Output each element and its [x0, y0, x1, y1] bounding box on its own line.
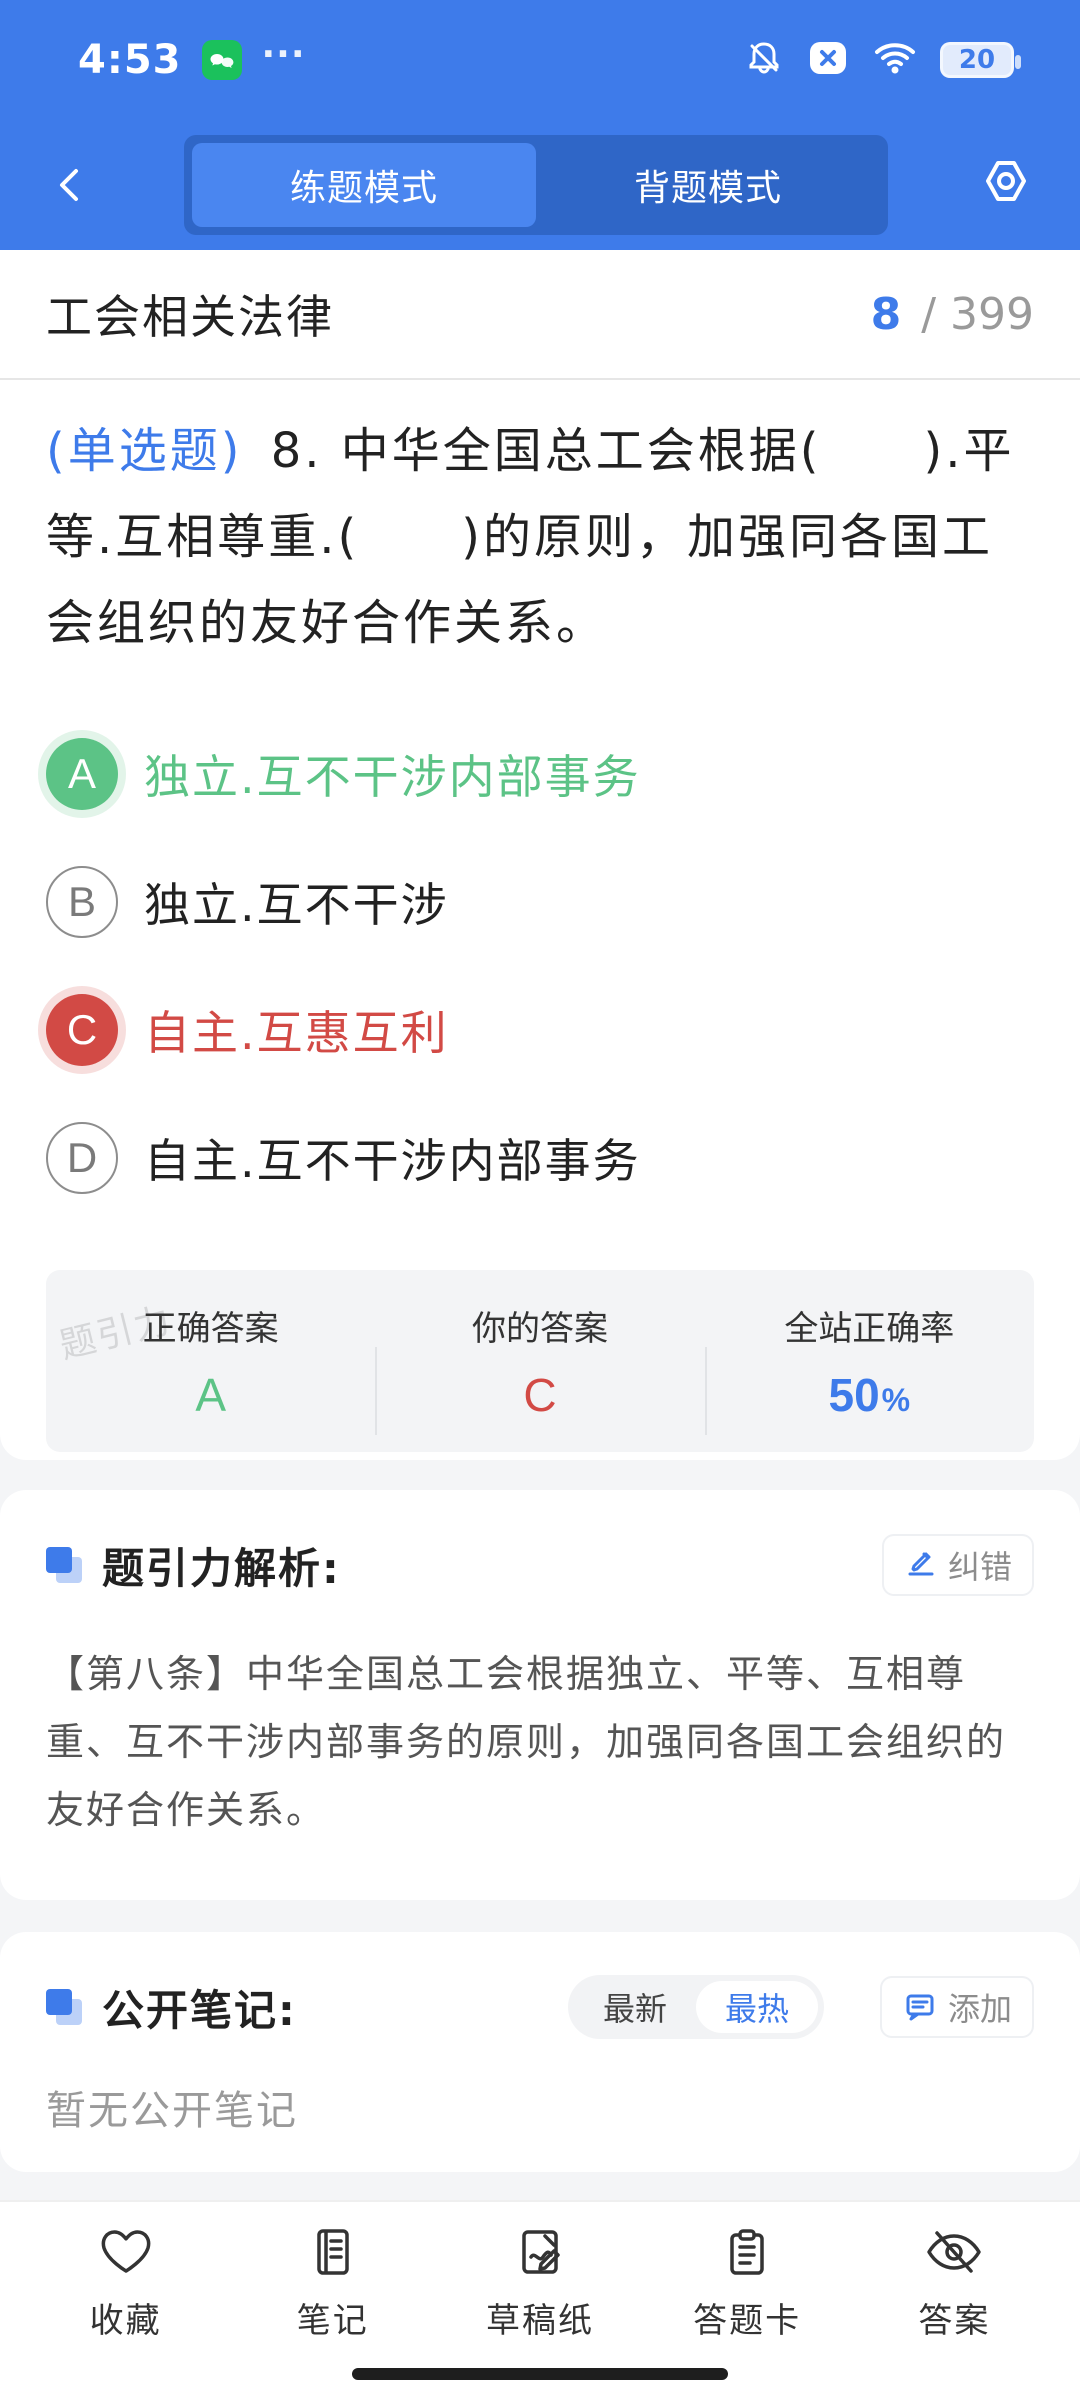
current-question: 8 — [870, 288, 902, 340]
comment-icon — [906, 1994, 934, 2021]
tab-hot[interactable]: 最热 — [695, 1981, 818, 2033]
option-key: A — [46, 738, 118, 810]
site-correct-rate-value: 50% — [829, 1368, 911, 1422]
bottom-item-notes[interactable]: 笔记 — [243, 2223, 423, 2342]
analysis-header: 题引力解析: 纠错 — [0, 1490, 1080, 1640]
app-root: 4:53 ··· 20 练题模式 背题模式 工会相关法律 8 / 399 (单选… — [0, 0, 1080, 2400]
battery-icon: 20 — [940, 42, 1021, 78]
site-correct-rate: 全站正确率 50% — [704, 1301, 1034, 1435]
settings-button[interactable] — [974, 153, 1038, 217]
correct-answer-value: A — [195, 1368, 226, 1421]
analysis-text: 【第八条】中华全国总工会根据独立、平等、互相尊重、互不干涉内部事务的原则，加强同… — [46, 1652, 1007, 1832]
analysis-card: 题引力解析: 纠错 【第八条】中华全国总工会根据独立、平等、互相尊重、互不干涉内… — [0, 1490, 1080, 1900]
options-list: A 独立.互不干涉内部事务 B 独立.互不干涉 C 自主.互惠互利 D 自主.互… — [46, 710, 1034, 1222]
rate-unit: % — [881, 1381, 911, 1418]
status-right: 20 — [744, 36, 1021, 84]
bottom-item-favorite[interactable]: 收藏 — [36, 2223, 216, 2342]
notes-empty: 暂无公开笔记 — [46, 2088, 298, 2134]
question-counter: 8 / 399 — [871, 289, 1034, 340]
question-text: (单选题) 8. 中华全国总工会根据( ).平等.互相尊重.( )的原则，加强同… — [46, 408, 1034, 666]
clipboard-icon — [730, 2228, 764, 2275]
question-type: (单选题) — [46, 423, 243, 479]
bottom-item-answer[interactable]: 答案 — [864, 2223, 1044, 2342]
mode-switch: 练题模式 背题模式 — [184, 135, 888, 235]
option-key: C — [46, 994, 118, 1066]
option-b[interactable]: B 独立.互不干涉 — [46, 838, 1034, 966]
bottom-item-answer-sheet[interactable]: 答题卡 — [657, 2223, 837, 2342]
option-d[interactable]: D 自主.互不干涉内部事务 — [46, 1094, 1034, 1222]
answer-summary: 题引力 正确答案 A 你的答案 C 全站正确率 50% — [46, 1270, 1034, 1452]
option-c[interactable]: C 自主.互惠互利 — [46, 966, 1034, 1094]
wechat-icon — [201, 40, 242, 80]
draft-icon — [522, 2229, 560, 2274]
your-answer-value: C — [523, 1368, 557, 1421]
status-time: 4:53 — [78, 37, 182, 83]
option-key: B — [46, 866, 118, 938]
notes-sort-tabs: 最新 最热 — [567, 1975, 824, 2039]
back-button[interactable] — [42, 157, 98, 213]
bottom-label: 草稿纸 — [485, 2300, 594, 2341]
status-more: ··· — [261, 33, 306, 75]
tab-practice-mode[interactable]: 练题模式 — [192, 143, 536, 227]
option-a[interactable]: A 独立.互不干涉内部事务 — [46, 710, 1034, 838]
section-title: 工会相关法律 — [46, 290, 334, 344]
settings-hex-icon — [986, 161, 1026, 201]
correct-answer: 正确答案 A — [46, 1301, 375, 1422]
section-marker-icon — [46, 1547, 82, 1583]
option-key: D — [46, 1122, 118, 1194]
bottom-label: 笔记 — [296, 2300, 369, 2341]
rate-number: 50 — [828, 1368, 880, 1421]
tab-latest[interactable]: 最新 — [574, 1981, 696, 2033]
chevron-left-icon — [60, 169, 78, 201]
add-note-button[interactable]: 添加 — [879, 1976, 1034, 2038]
bottom-label: 收藏 — [89, 2300, 162, 2341]
question-body: (单选题) 8. 中华全国总工会根据( ).平等.互相尊重.( )的原则，加强同… — [0, 380, 1080, 1222]
status-left: 4:53 ··· — [78, 33, 306, 84]
notes-title-text: 公开笔记: — [102, 1985, 297, 2035]
bell-muted-icon — [744, 38, 784, 82]
top-header: 4:53 ··· 20 练题模式 背题模式 — [0, 0, 1080, 250]
correct-answer-label: 正确答案 — [142, 1308, 279, 1349]
notes-title: 公开笔记: — [46, 1977, 297, 2038]
nav-bar: 练题模式 背题模式 — [0, 130, 1080, 240]
heart-icon — [101, 2229, 150, 2273]
wifi-icon — [872, 38, 918, 82]
battery-level: 20 — [958, 45, 996, 75]
option-text: 自主.互不干涉内部事务 — [144, 1134, 641, 1188]
bottom-label: 答题卡 — [693, 2300, 802, 2341]
question-header: 工会相关法律 8 / 399 — [0, 250, 1080, 380]
notes-header: 公开笔记: 最新 最热 添加 — [0, 1932, 1080, 2082]
tab-memorize-mode[interactable]: 背题模式 — [536, 143, 880, 227]
site-correct-rate-label: 全站正确率 — [784, 1308, 955, 1349]
option-text: 独立.互不干涉内部事务 — [144, 750, 641, 804]
analysis-title-text: 题引力解析: — [102, 1543, 341, 1593]
notes-card: 公开笔记: 最新 最热 添加 暂无公开笔记 — [0, 1932, 1080, 2172]
home-indicator[interactable] — [352, 2368, 728, 2380]
your-answer-label: 你的答案 — [471, 1308, 608, 1349]
question-number: 8. — [270, 423, 323, 479]
close-badge-icon — [806, 36, 850, 84]
option-text: 独立.互不干涉 — [144, 878, 449, 932]
notes-actions: 最新 最热 添加 — [567, 1975, 1034, 2039]
notebook-icon — [317, 2228, 349, 2275]
status-bar: 4:53 ··· 20 — [0, 0, 1080, 120]
analysis-title: 题引力解析: — [46, 1535, 341, 1596]
edit-icon — [908, 1552, 934, 1576]
bottom-nav: 收藏 笔记 草稿纸 答题卡 答案 — [0, 2202, 1080, 2362]
total-questions: / 399 — [921, 288, 1034, 340]
report-error-label: 纠错 — [947, 1548, 1012, 1586]
add-note-label: 添加 — [947, 1990, 1012, 2028]
bottom-item-draft[interactable]: 草稿纸 — [450, 2223, 630, 2342]
report-error-button[interactable]: 纠错 — [881, 1534, 1034, 1596]
your-answer: 你的答案 C — [375, 1301, 704, 1435]
bottom-label: 答案 — [918, 2300, 991, 2341]
question-card: 工会相关法律 8 / 399 (单选题) 8. 中华全国总工会根据( ).平等.… — [0, 250, 1080, 1460]
eye-off-icon — [927, 2230, 982, 2273]
section-marker-icon — [46, 1989, 82, 2025]
option-text: 自主.互惠互利 — [144, 1006, 449, 1060]
